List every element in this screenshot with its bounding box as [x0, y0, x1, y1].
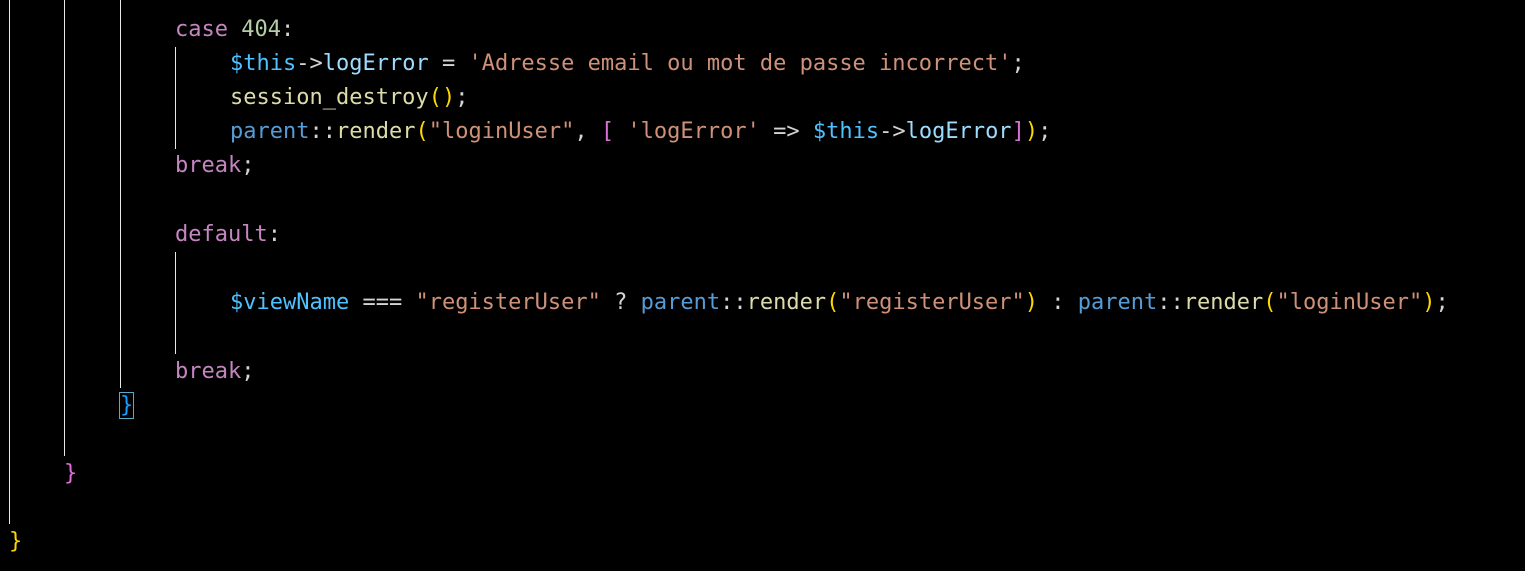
- bracket-open: [: [600, 119, 615, 144]
- code-line-ternary-render[interactable]: $viewName === "registerUser" ? parent::r…: [230, 286, 1449, 320]
- keyword-parent: parent: [1077, 290, 1158, 315]
- indent-guide-level-3: [120, 0, 121, 388]
- keyword-break: break: [175, 153, 242, 178]
- variable-this: $this: [230, 51, 297, 76]
- fat-arrow: =>: [759, 119, 813, 144]
- variable-this: $this: [812, 119, 880, 144]
- paren-open: (: [428, 85, 442, 110]
- semicolon: ;: [1038, 119, 1052, 144]
- paren-open: (: [1263, 290, 1277, 315]
- ternary-colon: :: [1038, 290, 1078, 315]
- string-literal: "registerUser": [839, 290, 1025, 315]
- string-literal: "loginUser": [428, 119, 575, 144]
- property-logerror: logError: [322, 51, 429, 76]
- strict-equal-operator: ===: [349, 290, 416, 315]
- keyword-default: default: [175, 222, 268, 247]
- colon: :: [280, 17, 295, 42]
- code-line-render-login[interactable]: parent::render("loginUser", [ 'logError'…: [230, 115, 1051, 149]
- brace-close-method: }: [64, 461, 78, 486]
- semicolon: ;: [241, 153, 255, 178]
- keyword-parent: parent: [640, 290, 721, 315]
- number-literal: 404: [241, 17, 281, 42]
- colon: :: [267, 222, 281, 247]
- code-line-break-1[interactable]: break;: [175, 149, 254, 183]
- code-line-case-404[interactable]: case 404:: [175, 13, 294, 47]
- brace-close-switch: }: [118, 392, 135, 419]
- indent-guide-level-1: [9, 0, 10, 524]
- semicolon: ;: [1011, 51, 1025, 76]
- function-render: render: [746, 290, 827, 315]
- paren-open: (: [415, 119, 429, 144]
- scope-operator: ::: [1157, 290, 1184, 315]
- ternary-question: ?: [600, 290, 641, 315]
- comma: ,: [574, 119, 601, 144]
- assign-operator: =: [428, 51, 469, 76]
- property-logerror: logError: [905, 119, 1012, 144]
- code-line-default[interactable]: default:: [175, 218, 281, 252]
- semicolon: ;: [1435, 290, 1449, 315]
- indent-guide-level-2: [64, 0, 65, 456]
- brace-close-class: }: [9, 529, 23, 554]
- paren-close: ): [1024, 119, 1039, 144]
- function-session-destroy: session_destroy: [230, 85, 429, 110]
- code-editor[interactable]: case 404: $this->logError = 'Adresse ema…: [0, 0, 1525, 571]
- string-literal: "loginUser": [1276, 290, 1423, 315]
- paren-open: (: [826, 290, 840, 315]
- scope-operator: ::: [720, 290, 747, 315]
- paren-close: ): [441, 85, 456, 110]
- keyword-case: case: [175, 17, 228, 42]
- string-key: 'logError': [627, 119, 760, 144]
- string-literal: "registerUser": [415, 290, 601, 315]
- indent-guide-case-block: [175, 47, 176, 149]
- code-line-close-method[interactable]: }: [64, 457, 77, 491]
- arrow-operator: ->: [879, 119, 906, 144]
- code-line-session-destroy[interactable]: session_destroy();: [230, 81, 468, 115]
- arrow-operator: ->: [296, 51, 323, 76]
- paren-close: ): [1024, 290, 1039, 315]
- function-render: render: [1183, 290, 1264, 315]
- variable-viewname: $viewName: [230, 290, 350, 315]
- code-line-break-2[interactable]: break;: [175, 355, 254, 389]
- code-line-close-switch[interactable]: }: [118, 389, 135, 423]
- indent-guide-default-block: [175, 252, 176, 354]
- code-line-close-class[interactable]: }: [9, 525, 22, 559]
- function-render: render: [335, 119, 416, 144]
- paren-close: ): [1422, 290, 1436, 315]
- keyword-parent: parent: [230, 119, 310, 144]
- bracket-close: ]: [1011, 119, 1025, 144]
- code-line-logerror-assign[interactable]: $this->logError = 'Adresse email ou mot …: [230, 47, 1025, 81]
- string-literal: 'Adresse email ou mot de passe incorrect…: [468, 51, 1012, 76]
- keyword-break: break: [175, 359, 242, 384]
- semicolon: ;: [241, 359, 255, 384]
- semicolon: ;: [455, 85, 469, 110]
- scope-operator: ::: [309, 119, 336, 144]
